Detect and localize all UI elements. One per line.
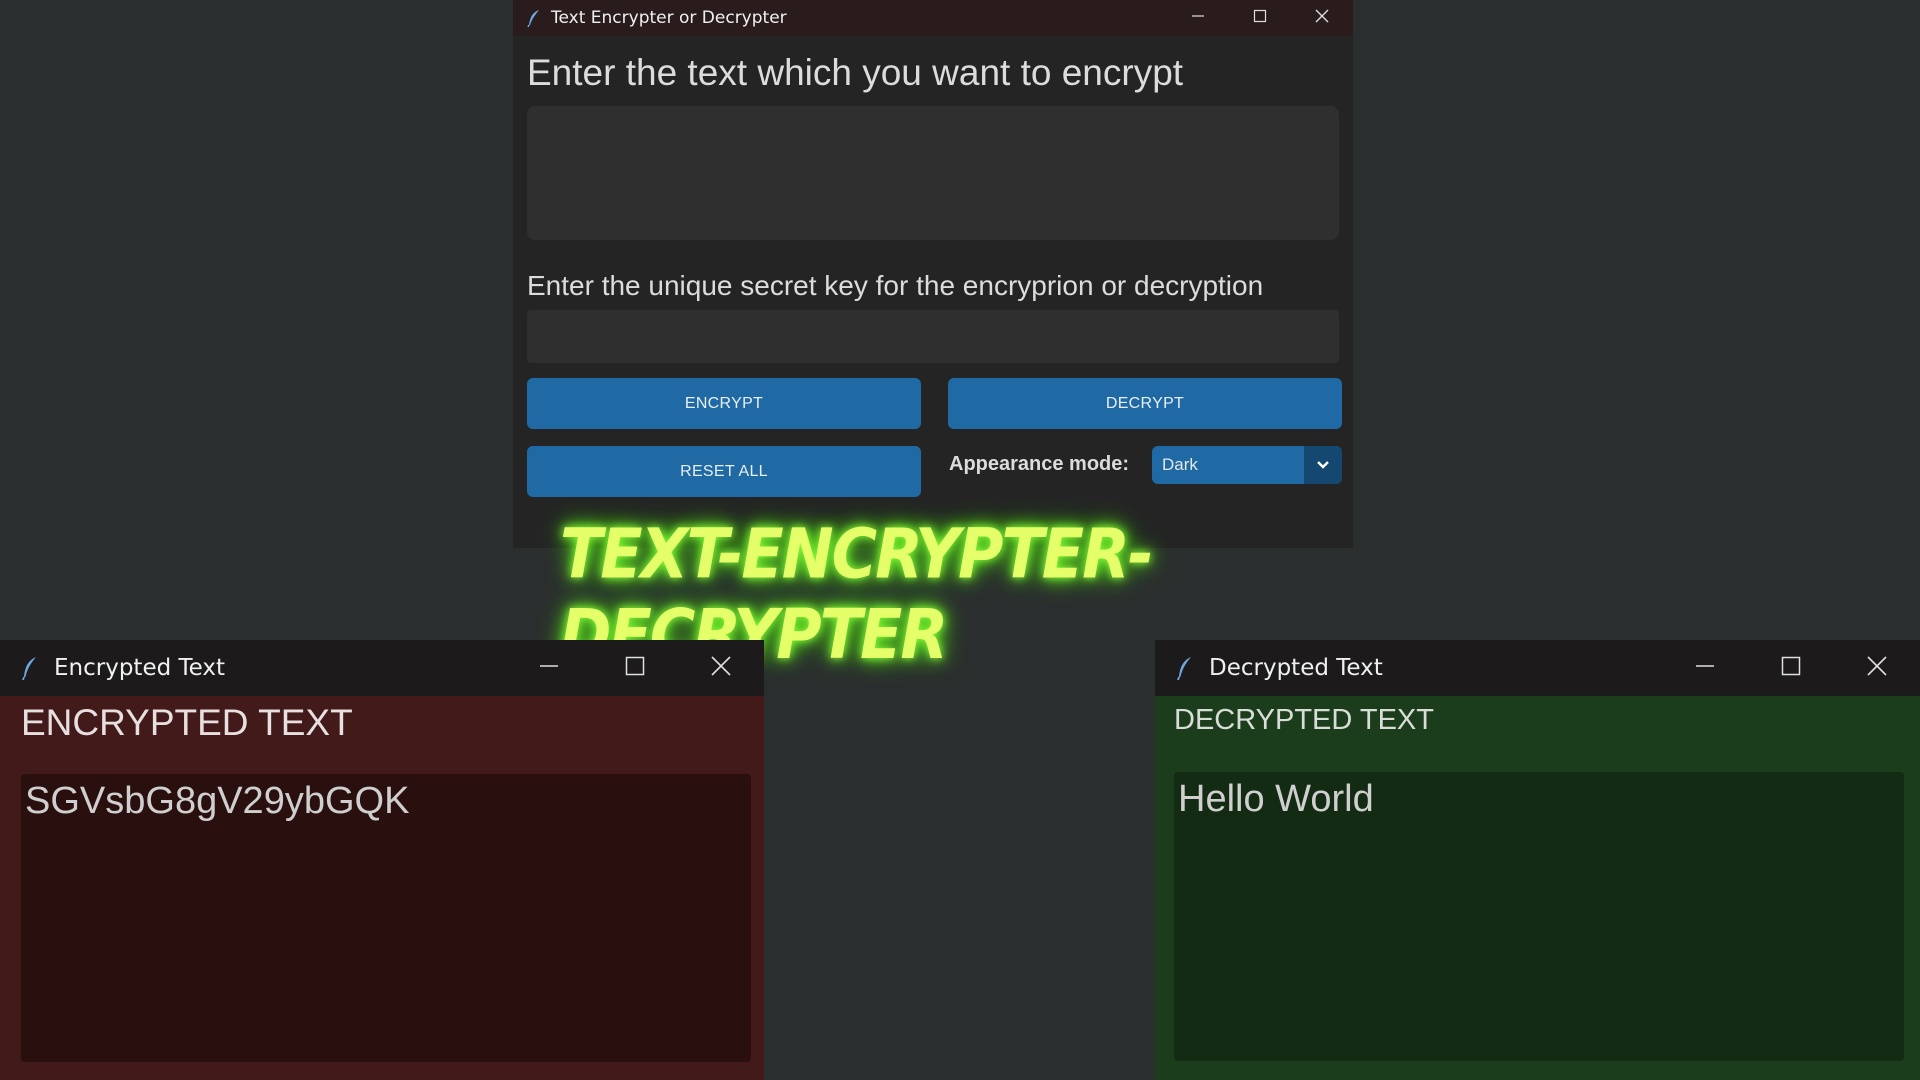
minimize-button[interactable] <box>506 640 592 696</box>
key-prompt-label: Enter the unique secret key for the encr… <box>527 270 1264 301</box>
close-button[interactable] <box>1834 640 1920 696</box>
chevron-down-icon[interactable] <box>1304 446 1342 484</box>
maximize-icon <box>1253 9 1267 28</box>
text-prompt-label: Enter the text which you want to encrypt <box>527 52 1184 93</box>
close-icon <box>711 655 731 681</box>
main-titlebar[interactable]: Text Encrypter or Decrypter <box>513 0 1353 36</box>
feather-icon <box>1177 656 1193 680</box>
minimize-button[interactable] <box>1167 0 1229 36</box>
appearance-mode-dropdown[interactable]: Dark <box>1152 446 1342 484</box>
appearance-mode-value: Dark <box>1162 455 1198 474</box>
window-title: Text Encrypter or Decrypter <box>551 8 787 28</box>
plaintext-input[interactable] <box>527 106 1339 240</box>
appearance-mode-label: Appearance mode: <box>949 453 1130 475</box>
window-title: Decrypted Text <box>1209 655 1383 681</box>
title-banner: TEXT-ENCRYPTER-DECRYPTER <box>560 514 1312 675</box>
close-icon <box>1867 655 1887 681</box>
minimize-icon <box>1191 9 1205 28</box>
minimize-icon <box>539 656 559 681</box>
maximize-icon <box>1781 656 1801 681</box>
decrypted-text-window: Decrypted Text DECRYPTED TEXT Hello Worl… <box>1155 640 1920 1080</box>
reset-all-button[interactable]: RESET ALL <box>527 446 921 497</box>
feather-icon <box>22 656 38 680</box>
decrypted-titlebar[interactable]: Decrypted Text <box>1155 640 1920 696</box>
maximize-button[interactable] <box>592 640 678 696</box>
main-window: Text Encrypter or Decrypter Enter the te… <box>513 0 1353 548</box>
minimize-button[interactable] <box>1662 640 1748 696</box>
encrypt-button[interactable]: ENCRYPT <box>527 378 921 429</box>
close-button[interactable] <box>678 640 764 696</box>
close-icon <box>1315 9 1329 28</box>
maximize-button[interactable] <box>1229 0 1291 36</box>
close-button[interactable] <box>1291 0 1353 36</box>
feather-icon <box>527 9 541 27</box>
encrypted-heading: ENCRYPTED TEXT <box>21 702 353 743</box>
encrypted-output-box[interactable]: SGVsbG8gV29ybGQK <box>21 774 751 1062</box>
maximize-icon <box>625 656 645 681</box>
decrypted-heading: DECRYPTED TEXT <box>1174 704 1434 736</box>
secret-key-input[interactable] <box>527 310 1339 363</box>
window-title: Encrypted Text <box>54 655 226 681</box>
encrypted-titlebar[interactable]: Encrypted Text <box>0 640 764 696</box>
decrypt-button[interactable]: DECRYPT <box>948 378 1342 429</box>
minimize-icon <box>1695 656 1715 681</box>
encrypted-text-window: Encrypted Text ENCRYPTED TEXT SGVsbG8gV2… <box>0 640 764 1080</box>
maximize-button[interactable] <box>1748 640 1834 696</box>
decrypted-output-box[interactable]: Hello World <box>1174 772 1904 1061</box>
